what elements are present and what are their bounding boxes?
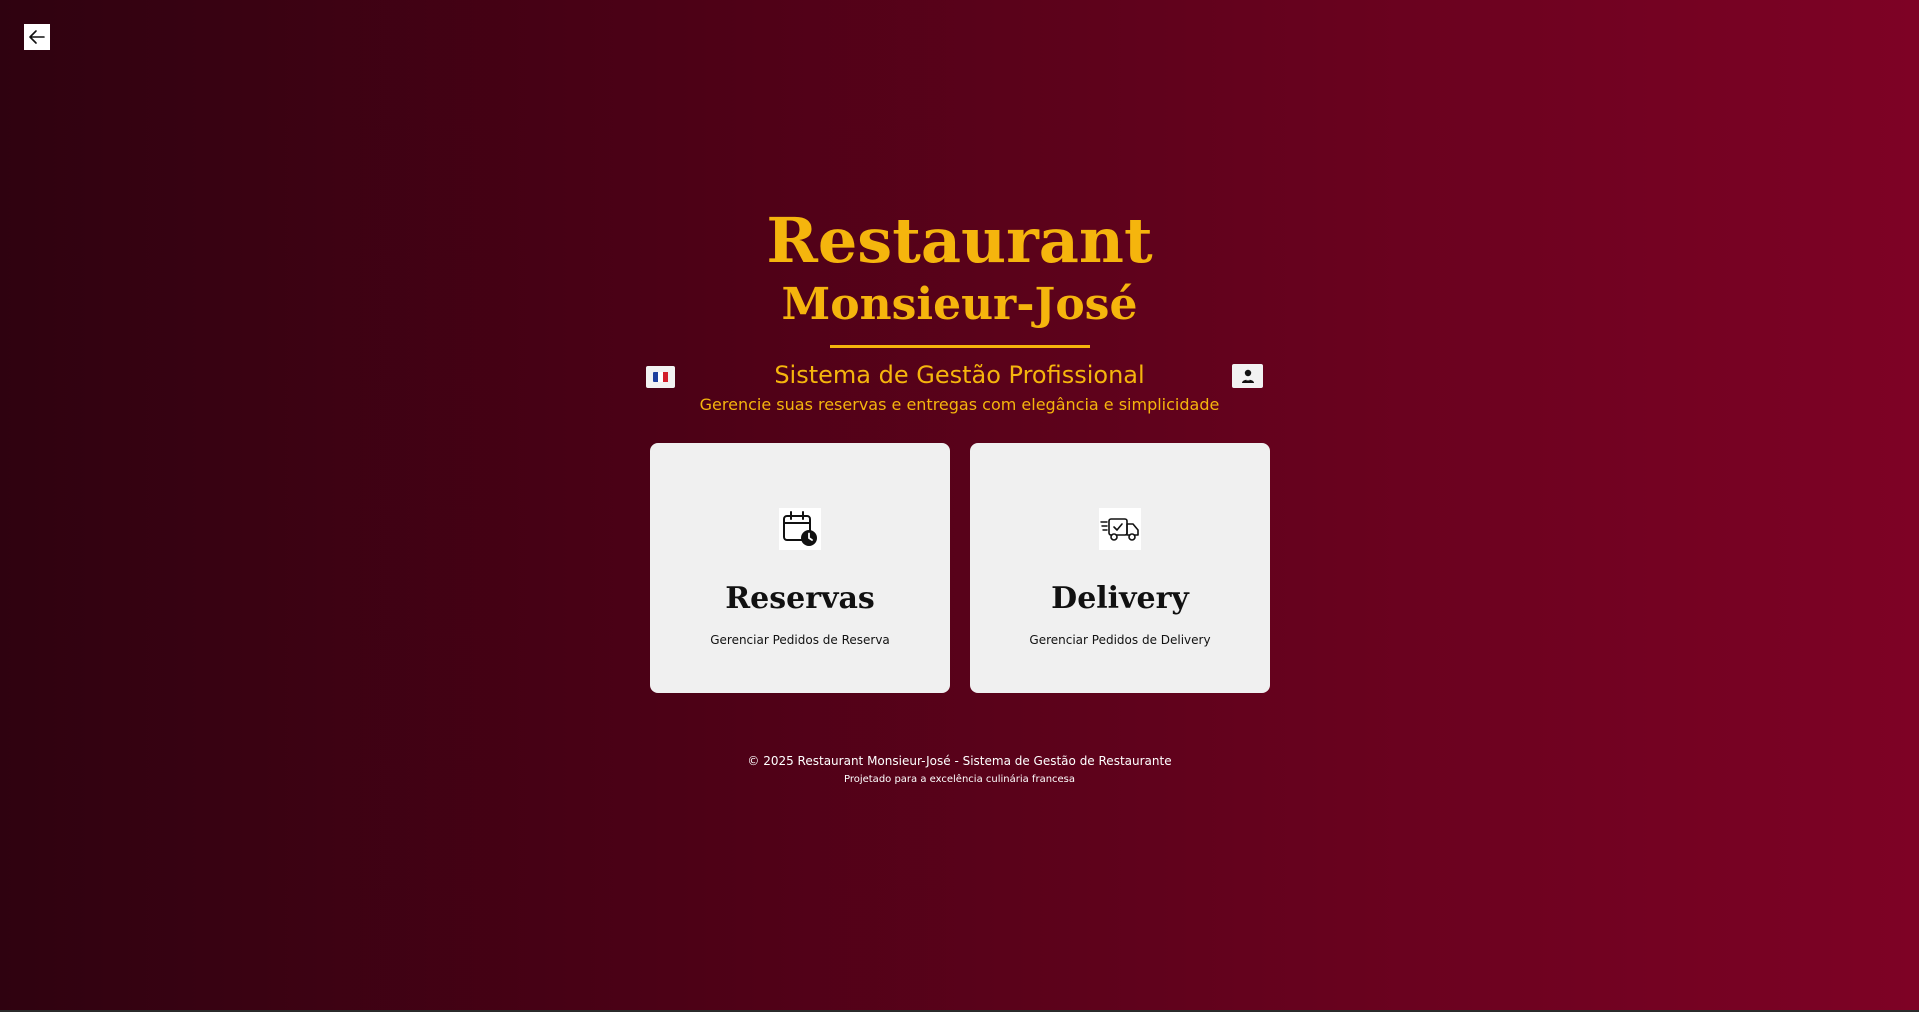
admin-button[interactable] — [1232, 364, 1263, 388]
reservas-card[interactable]: Reservas Gerenciar Pedidos de Reserva — [650, 443, 950, 693]
title-underline — [829, 345, 1090, 348]
subtitle: Sistema de Gestão Profissional — [774, 361, 1145, 389]
reservas-description: Gerenciar Pedidos de Reserva — [710, 633, 890, 647]
reservas-title: Reservas — [725, 581, 875, 616]
delivery-card[interactable]: Delivery Gerenciar Pedidos de Delivery — [970, 443, 1270, 693]
header: Restaurant Monsieur-José — [0, 205, 1919, 348]
restaurant-title-line1: Restaurant — [766, 204, 1153, 277]
subtitle-row: Sistema de Gestão Profissional — [0, 360, 1919, 390]
footer-note: Projetado para a excelência culinária fr… — [843, 774, 1076, 785]
arrow-left-icon — [29, 30, 45, 44]
back-button[interactable] — [24, 24, 50, 50]
footer: © 2025 Restaurant Monsieur-José - Sistem… — [0, 753, 1919, 787]
tagline: Gerencie suas reservas e entregas com el… — [699, 395, 1220, 414]
delivery-description: Gerenciar Pedidos de Delivery — [1029, 633, 1211, 647]
delivery-truck-icon — [1099, 508, 1141, 550]
user-admin-icon — [1241, 369, 1254, 383]
restaurant-title-line2: Monsieur-José — [781, 279, 1138, 330]
calendar-clock-icon — [779, 508, 821, 550]
footer-copyright: © 2025 Restaurant Monsieur-José - Sistem… — [747, 754, 1172, 768]
delivery-title: Delivery — [1051, 581, 1189, 616]
